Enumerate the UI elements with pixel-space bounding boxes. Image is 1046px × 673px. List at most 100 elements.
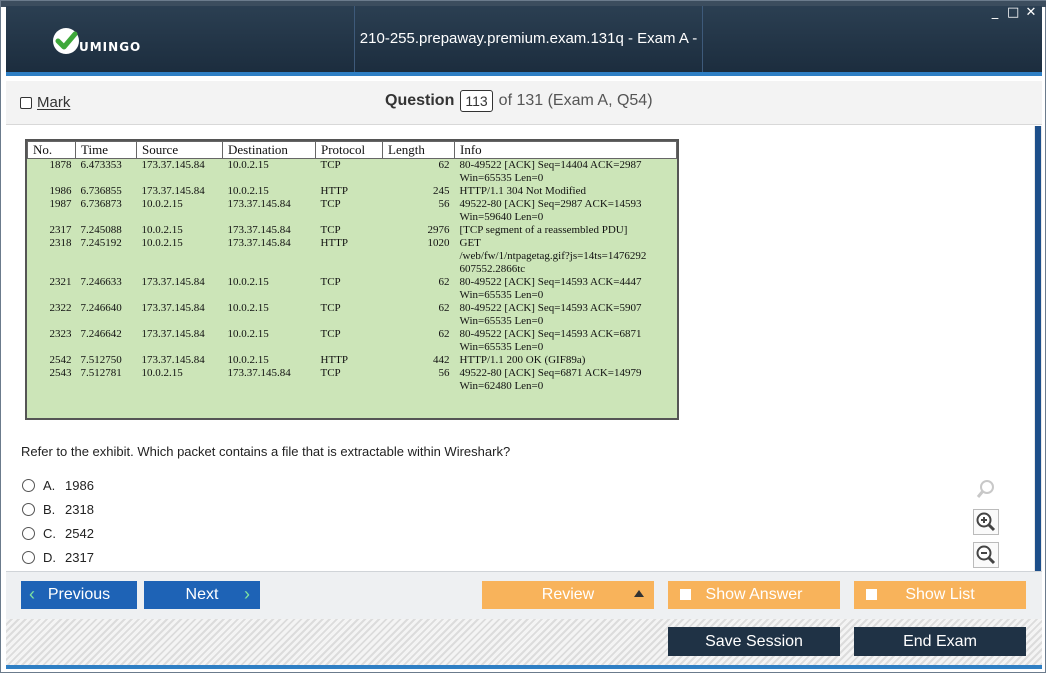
- packet-cell-len: 62: [438, 302, 450, 314]
- radio-icon[interactable]: [22, 478, 35, 492]
- magnifier-icon: [976, 480, 994, 498]
- column-header: Length: [382, 141, 455, 159]
- packet-row: 1987 6.736873 10.0.2.15 173.37.145.84 TCP 56 4…: [28, 198, 677, 224]
- packet-cell-no: 2542: [49, 354, 72, 366]
- packet-cell-len: 442: [433, 354, 450, 366]
- packet-cell-time: 7.245192: [80, 237, 122, 249]
- packet-cell-no: 2543: [49, 367, 72, 379]
- question-text: Refer to the exhibit. Which packet conta…: [21, 444, 511, 459]
- radio-icon[interactable]: [22, 502, 35, 516]
- show-list-label: Show List: [905, 586, 975, 603]
- window-title: 210-255.prepaway.premium.exam.131q - Exa…: [359, 30, 698, 113]
- packet-cell-time: 7.246640: [80, 302, 122, 314]
- packet-row: 1878 6.473353 173.37.145.84 10.0.2.15 TCP 62 8…: [28, 159, 677, 186]
- packet-cell-dst: 10.0.2.15: [227, 185, 269, 197]
- packet-cell-proto: TCP: [320, 302, 341, 314]
- zoom-controls: [973, 476, 999, 568]
- option-d[interactable]: D. 2317: [22, 545, 94, 569]
- packet-cell-len: 56: [438, 198, 450, 210]
- radio-icon[interactable]: [22, 526, 35, 540]
- question-number-input[interactable]: 113: [460, 90, 493, 112]
- caret-up-icon[interactable]: [634, 590, 644, 597]
- close-button[interactable]: ✕: [1025, 5, 1037, 20]
- option-a[interactable]: A. 1986: [22, 473, 94, 497]
- packet-cell-no: 2321: [49, 276, 72, 288]
- radio-icon[interactable]: [22, 550, 35, 564]
- previous-label: Previous: [47, 586, 111, 603]
- packet-cell-len: 62: [438, 159, 450, 171]
- packet-cell-dst: 10.0.2.15: [227, 276, 269, 288]
- packet-cell-dst: 173.37.145.84: [227, 198, 291, 210]
- title-divider: [702, 6, 703, 72]
- packet-cell-dst: 10.0.2.15: [227, 302, 269, 314]
- zoom-reset-button[interactable]: [973, 476, 999, 502]
- option-value: 1986: [65, 477, 94, 493]
- answer-options: A. 1986 B. 2318 C. 2542 D. 2317: [22, 473, 94, 569]
- option-letter: A.: [43, 477, 56, 493]
- packet-cell-info: 80-49522 [ACK] Seq=14593 ACK=5907 Win=65…: [459, 302, 642, 327]
- packet-cell-src: 173.37.145.84: [141, 328, 205, 340]
- packet-cell-time: 6.736873: [80, 198, 122, 210]
- question-number: Question 113 of 131 (Exam A, Q54): [385, 90, 653, 112]
- packet-cell-len: 62: [438, 276, 450, 288]
- option-c[interactable]: C. 2542: [22, 521, 94, 545]
- packet-cell-time: 6.736855: [80, 185, 122, 197]
- packet-cell-src: 10.0.2.15: [141, 198, 183, 210]
- show-list-button[interactable]: Show List: [854, 581, 1026, 609]
- question-header: Mark Question 113 of 131 (Exam A, Q54): [6, 81, 1042, 125]
- packet-cell-proto: TCP: [320, 328, 341, 340]
- end-exam-button[interactable]: End Exam: [854, 627, 1026, 656]
- packet-cell-src: 10.0.2.15: [141, 367, 183, 379]
- packet-cell-info: HTTP/1.1 304 Not Modified: [459, 185, 587, 197]
- packet-cell-time: 7.512781: [80, 367, 122, 379]
- save-session-button[interactable]: Save Session: [668, 627, 840, 656]
- window-controls: _ □ ✕: [989, 5, 1037, 20]
- packet-row: 2321 7.246633 173.37.145.84 10.0.2.15 TCP 62 8…: [28, 276, 677, 302]
- zoom-in-button[interactable]: [973, 509, 999, 535]
- zoom-out-button[interactable]: [973, 542, 999, 568]
- packet-rows: 1878 6.473353 173.37.145.84 10.0.2.15 TCP 62 8…: [28, 159, 677, 394]
- packet-cell-time: 7.512750: [80, 354, 122, 366]
- packet-cell-src: 173.37.145.84: [141, 276, 205, 288]
- mark-checkbox[interactable]: Mark: [20, 94, 70, 111]
- minimize-button[interactable]: _: [989, 5, 1001, 20]
- packet-cell-proto: TCP: [320, 159, 341, 171]
- packet-row: 1986 6.736855 173.37.145.84 10.0.2.15 HTTP 24…: [28, 185, 677, 198]
- checkbox-icon[interactable]: [20, 96, 32, 109]
- option-b[interactable]: B. 2318: [22, 497, 94, 521]
- packet-cell-dst: 173.37.145.84: [227, 224, 291, 236]
- review-button[interactable]: Review: [482, 581, 654, 609]
- checkbox-icon[interactable]: [680, 589, 691, 600]
- packet-cell-proto: HTTP: [320, 354, 349, 366]
- packet-table: No. Time Source Destination Protocol Len…: [27, 141, 677, 393]
- packet-cell-no: 2323: [49, 328, 72, 340]
- packet-cell-dst: 173.37.145.84: [227, 367, 291, 379]
- packet-cell-info: 49522-80 [ACK] Seq=2987 ACK=14593 Win=59…: [459, 198, 642, 223]
- chevron-left-icon: ‹: [29, 584, 35, 604]
- next-button[interactable]: Next ›: [144, 581, 260, 609]
- packet-cell-no: 2318: [49, 237, 72, 249]
- packet-row: 2543 7.512781 10.0.2.15 173.37.145.84 TCP 56 4…: [28, 367, 677, 393]
- zoom-out-icon: [976, 545, 996, 565]
- packet-row: 2322 7.246640 173.37.145.84 10.0.2.15 TCP 62 8…: [28, 302, 677, 328]
- packet-cell-info: 80-49522 [ACK] Seq=14404 ACK=2987 Win=65…: [459, 159, 642, 184]
- column-header: Protocol: [315, 141, 383, 159]
- packet-cell-src: 173.37.145.84: [141, 354, 205, 366]
- mark-label: Mark: [37, 94, 71, 111]
- checkbox-icon[interactable]: [866, 589, 877, 600]
- vertical-scrollbar[interactable]: [1034, 126, 1042, 571]
- option-value: 2318: [65, 501, 94, 517]
- show-answer-button[interactable]: Show Answer: [668, 581, 840, 609]
- logo-text: UMINGO: [79, 40, 142, 54]
- packet-cell-dst: 10.0.2.15: [227, 328, 269, 340]
- packet-cell-info: GET /web/fw/1/ntpagetag.gif?js=14ts=1476…: [459, 237, 647, 275]
- maximize-button[interactable]: □: [1007, 5, 1019, 20]
- packet-cell-src: 173.37.145.84: [141, 185, 205, 197]
- option-letter: C.: [43, 525, 56, 541]
- scrollbar-thumb[interactable]: [1035, 126, 1041, 571]
- footer-bar: Save Session End Exam: [6, 619, 1042, 665]
- previous-button[interactable]: ‹ Previous: [21, 581, 137, 609]
- packet-cell-proto: TCP: [320, 367, 341, 379]
- packet-cell-len: 62: [438, 328, 450, 340]
- packet-cell-src: 173.37.145.84: [141, 302, 205, 314]
